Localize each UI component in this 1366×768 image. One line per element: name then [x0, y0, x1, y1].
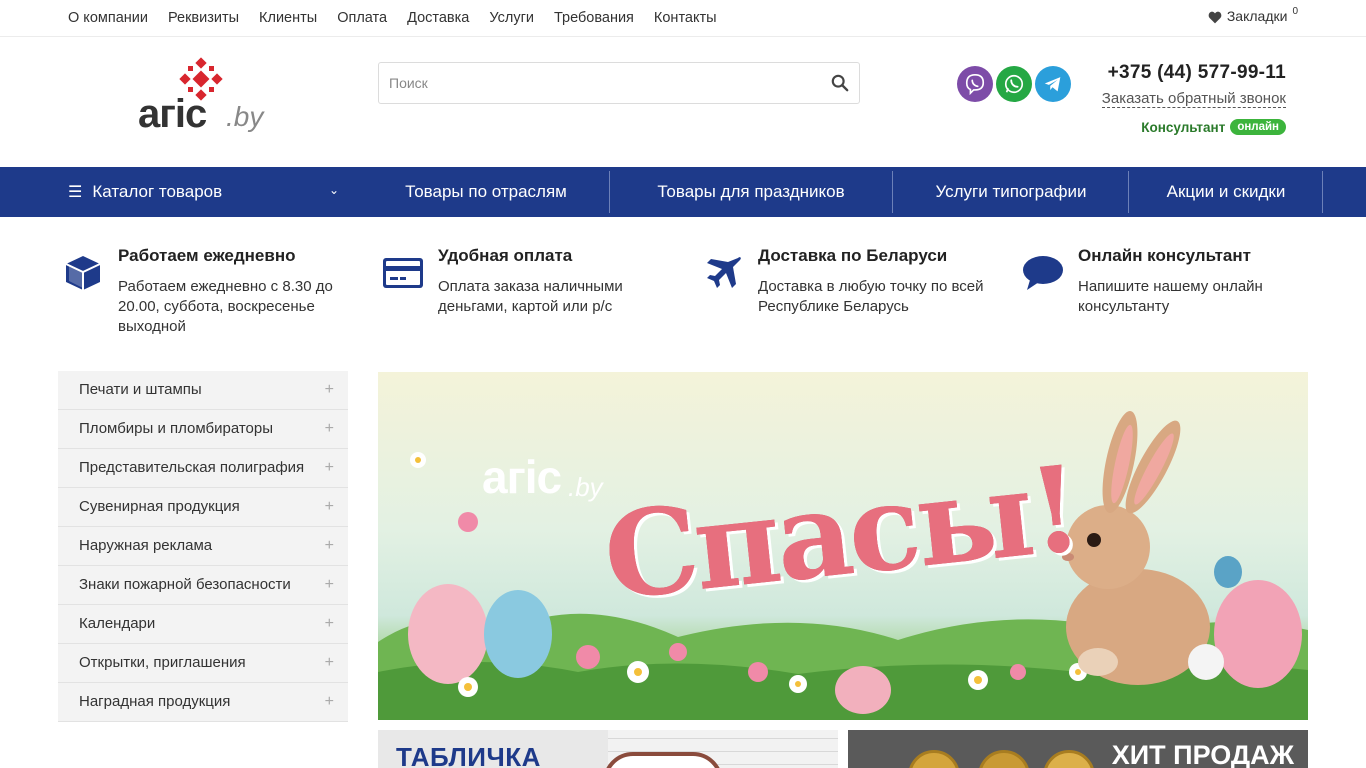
logo-text: агіс — [138, 92, 207, 136]
topnav-services[interactable]: Услуги — [489, 10, 534, 26]
hero-banner[interactable]: агіс .by Спасы! — [378, 372, 1308, 720]
telegram-icon — [1044, 77, 1061, 92]
promo-bestseller[interactable]: ХИТ ПРОДАЖ — [848, 730, 1308, 768]
sidebar-item-fire-signs[interactable]: Знаки пожарной безопасности + — [58, 566, 348, 605]
logo-subtext: .by — [226, 101, 264, 132]
search-input[interactable] — [389, 73, 809, 93]
plus-icon[interactable]: + — [325, 378, 334, 402]
site-logo[interactable]: агіс .by — [138, 57, 268, 149]
topnav-requisites[interactable]: Реквизиты — [168, 10, 239, 26]
whatsapp-icon — [1004, 74, 1024, 94]
sidebar-item-label: Открытки, приглашения — [79, 654, 246, 671]
topnav-delivery[interactable]: Доставка — [407, 10, 469, 26]
sidebar-item-cards[interactable]: Открытки, приглашения + — [58, 644, 348, 683]
consultant-status[interactable]: Консультант онлайн — [1141, 119, 1286, 135]
feature-title: Работаем ежедневно — [118, 246, 296, 265]
bookmarks-link[interactable]: Закладки 0 — [1208, 6, 1298, 24]
topnav-contacts[interactable]: Контакты — [654, 10, 717, 26]
menu-icon: ☰ — [68, 184, 83, 201]
coin-image — [978, 750, 1030, 768]
sidebar-item-label: Наградная продукция — [79, 693, 231, 710]
topnav-clients[interactable]: Клиенты — [259, 10, 317, 26]
catalog-label: Каталог товаров — [92, 182, 223, 201]
feature-title: Онлайн консультант — [1078, 246, 1251, 265]
feature-title: Удобная оплата — [438, 246, 573, 265]
sidebar-item-label: Печати и штампы — [79, 381, 202, 398]
sidebar-item-label: Сувенирная продукция — [79, 498, 240, 515]
plus-icon[interactable]: + — [325, 651, 334, 675]
telegram-button[interactable] — [1035, 66, 1071, 102]
topnav-about[interactable]: О компании — [68, 10, 148, 26]
search-icon[interactable] — [831, 74, 849, 92]
promo-plaque[interactable]: ТАБЛИЧКА — [378, 730, 838, 768]
plus-icon[interactable]: + — [325, 495, 334, 519]
plus-icon[interactable]: + — [325, 534, 334, 558]
plus-icon[interactable]: + — [325, 690, 334, 714]
plus-icon[interactable]: + — [325, 612, 334, 636]
topnav-payment[interactable]: Оплата — [337, 10, 387, 26]
promo-title: ХИТ ПРОДАЖ — [1111, 740, 1294, 768]
sidebar-item-awards[interactable]: Наградная продукция + — [58, 683, 348, 722]
sidebar-item-label: Знаки пожарной безопасности — [79, 576, 291, 593]
viber-button[interactable] — [957, 66, 993, 102]
nav-industries[interactable]: Товары по отраслям — [380, 167, 592, 217]
phone-number[interactable]: +375 (44) 577-99-11 — [1108, 62, 1286, 84]
plus-icon[interactable]: + — [325, 417, 334, 441]
chat-icon — [1023, 256, 1063, 290]
promo-title: ТАБЛИЧКА — [396, 742, 541, 768]
feature-title: Доставка по Беларуси — [758, 246, 948, 265]
sidebar-item-outdoor[interactable]: Наружная реклама + — [58, 527, 348, 566]
top-nav: О компании Реквизиты Клиенты Оплата Дост… — [68, 10, 717, 26]
heart-icon — [1208, 11, 1222, 24]
nav-divider — [609, 171, 610, 213]
plus-icon[interactable]: + — [325, 573, 334, 597]
nav-holidays[interactable]: Товары для праздников — [626, 167, 876, 217]
sidebar-item-stamps[interactable]: Печати и штампы + — [58, 371, 348, 410]
banner-headline: Спасы! — [597, 438, 1085, 626]
feature-text: Оплата заказа наличными деньгами, картой… — [438, 278, 623, 315]
sidebar-item-label: Наружная реклама — [79, 537, 213, 554]
nav-sales[interactable]: Акции и скидки — [1140, 167, 1312, 217]
catalog-sidebar: Печати и штампы + Пломбиры и пломбираторы… — [58, 371, 348, 722]
whatsapp-button[interactable] — [996, 66, 1032, 102]
coin-image — [908, 750, 960, 768]
sidebar-item-label: Календари — [79, 615, 156, 632]
sidebar-item-label: Пломбиры и пломбираторы — [79, 420, 274, 437]
online-badge: онлайн — [1230, 119, 1286, 135]
plus-icon[interactable]: + — [325, 456, 334, 480]
sidebar-item-printing[interactable]: Представительская полиграфия + — [58, 449, 348, 488]
plaque-image — [603, 752, 723, 768]
feature-text: Работаем ежедневно с 8.30 до 20.00, субб… — [118, 278, 333, 335]
plane-icon — [707, 257, 741, 288]
sidebar-item-souvenirs[interactable]: Сувенирная продукция + — [58, 488, 348, 527]
main-nav: ☰ Каталог товаров ⌄ Товары по отраслям Т… — [0, 167, 1366, 217]
viber-icon — [965, 74, 985, 95]
nav-divider — [1128, 171, 1129, 213]
nav-printing[interactable]: Услуги типографии — [908, 167, 1114, 217]
bookmarks-count: 0 — [1292, 6, 1298, 17]
sidebar-item-label: Представительская полиграфия — [79, 459, 305, 476]
callback-link[interactable]: Заказать обратный звонок — [1101, 90, 1286, 108]
chevron-down-icon: ⌄ — [328, 183, 339, 197]
banner-logo: агіс — [482, 451, 562, 503]
coin-image — [1043, 750, 1095, 768]
nav-divider — [892, 171, 893, 213]
top-bar: О компании Реквизиты Клиенты Оплата Дост… — [0, 0, 1366, 37]
sidebar-item-seals[interactable]: Пломбиры и пломбираторы + — [58, 410, 348, 449]
nav-divider — [1322, 171, 1323, 213]
consultant-label: Консультант — [1141, 119, 1226, 135]
feature-text: Доставка в любую точку по всей Республик… — [758, 278, 984, 315]
card-icon — [383, 258, 423, 288]
feature-text: Напишите нашему онлайн консультанту — [1078, 278, 1263, 315]
topnav-requirements[interactable]: Требования — [554, 10, 634, 26]
catalog-menu-button[interactable]: ☰ Каталог товаров ⌄ — [68, 167, 343, 217]
bookmarks-label: Закладки — [1226, 8, 1288, 24]
sidebar-item-calendars[interactable]: Календари + — [58, 605, 348, 644]
box-icon — [65, 256, 101, 290]
search-box — [378, 62, 860, 104]
